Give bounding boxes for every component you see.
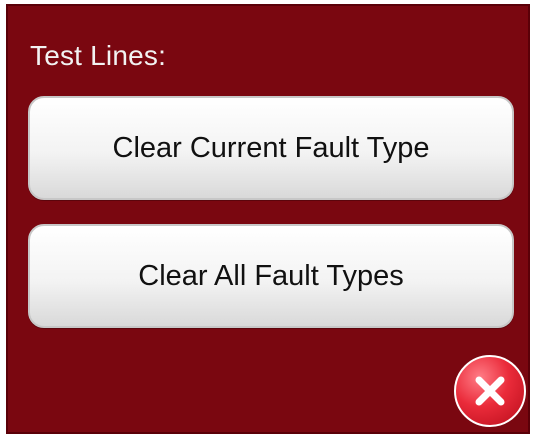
close-button[interactable] xyxy=(454,355,526,427)
close-icon xyxy=(470,371,510,411)
clear-all-fault-types-button[interactable]: Clear All Fault Types xyxy=(28,224,514,328)
test-lines-dialog: Test Lines: Clear Current Fault Type Cle… xyxy=(6,4,530,434)
clear-current-fault-type-button[interactable]: Clear Current Fault Type xyxy=(28,96,514,200)
dialog-title: Test Lines: xyxy=(30,40,167,71)
